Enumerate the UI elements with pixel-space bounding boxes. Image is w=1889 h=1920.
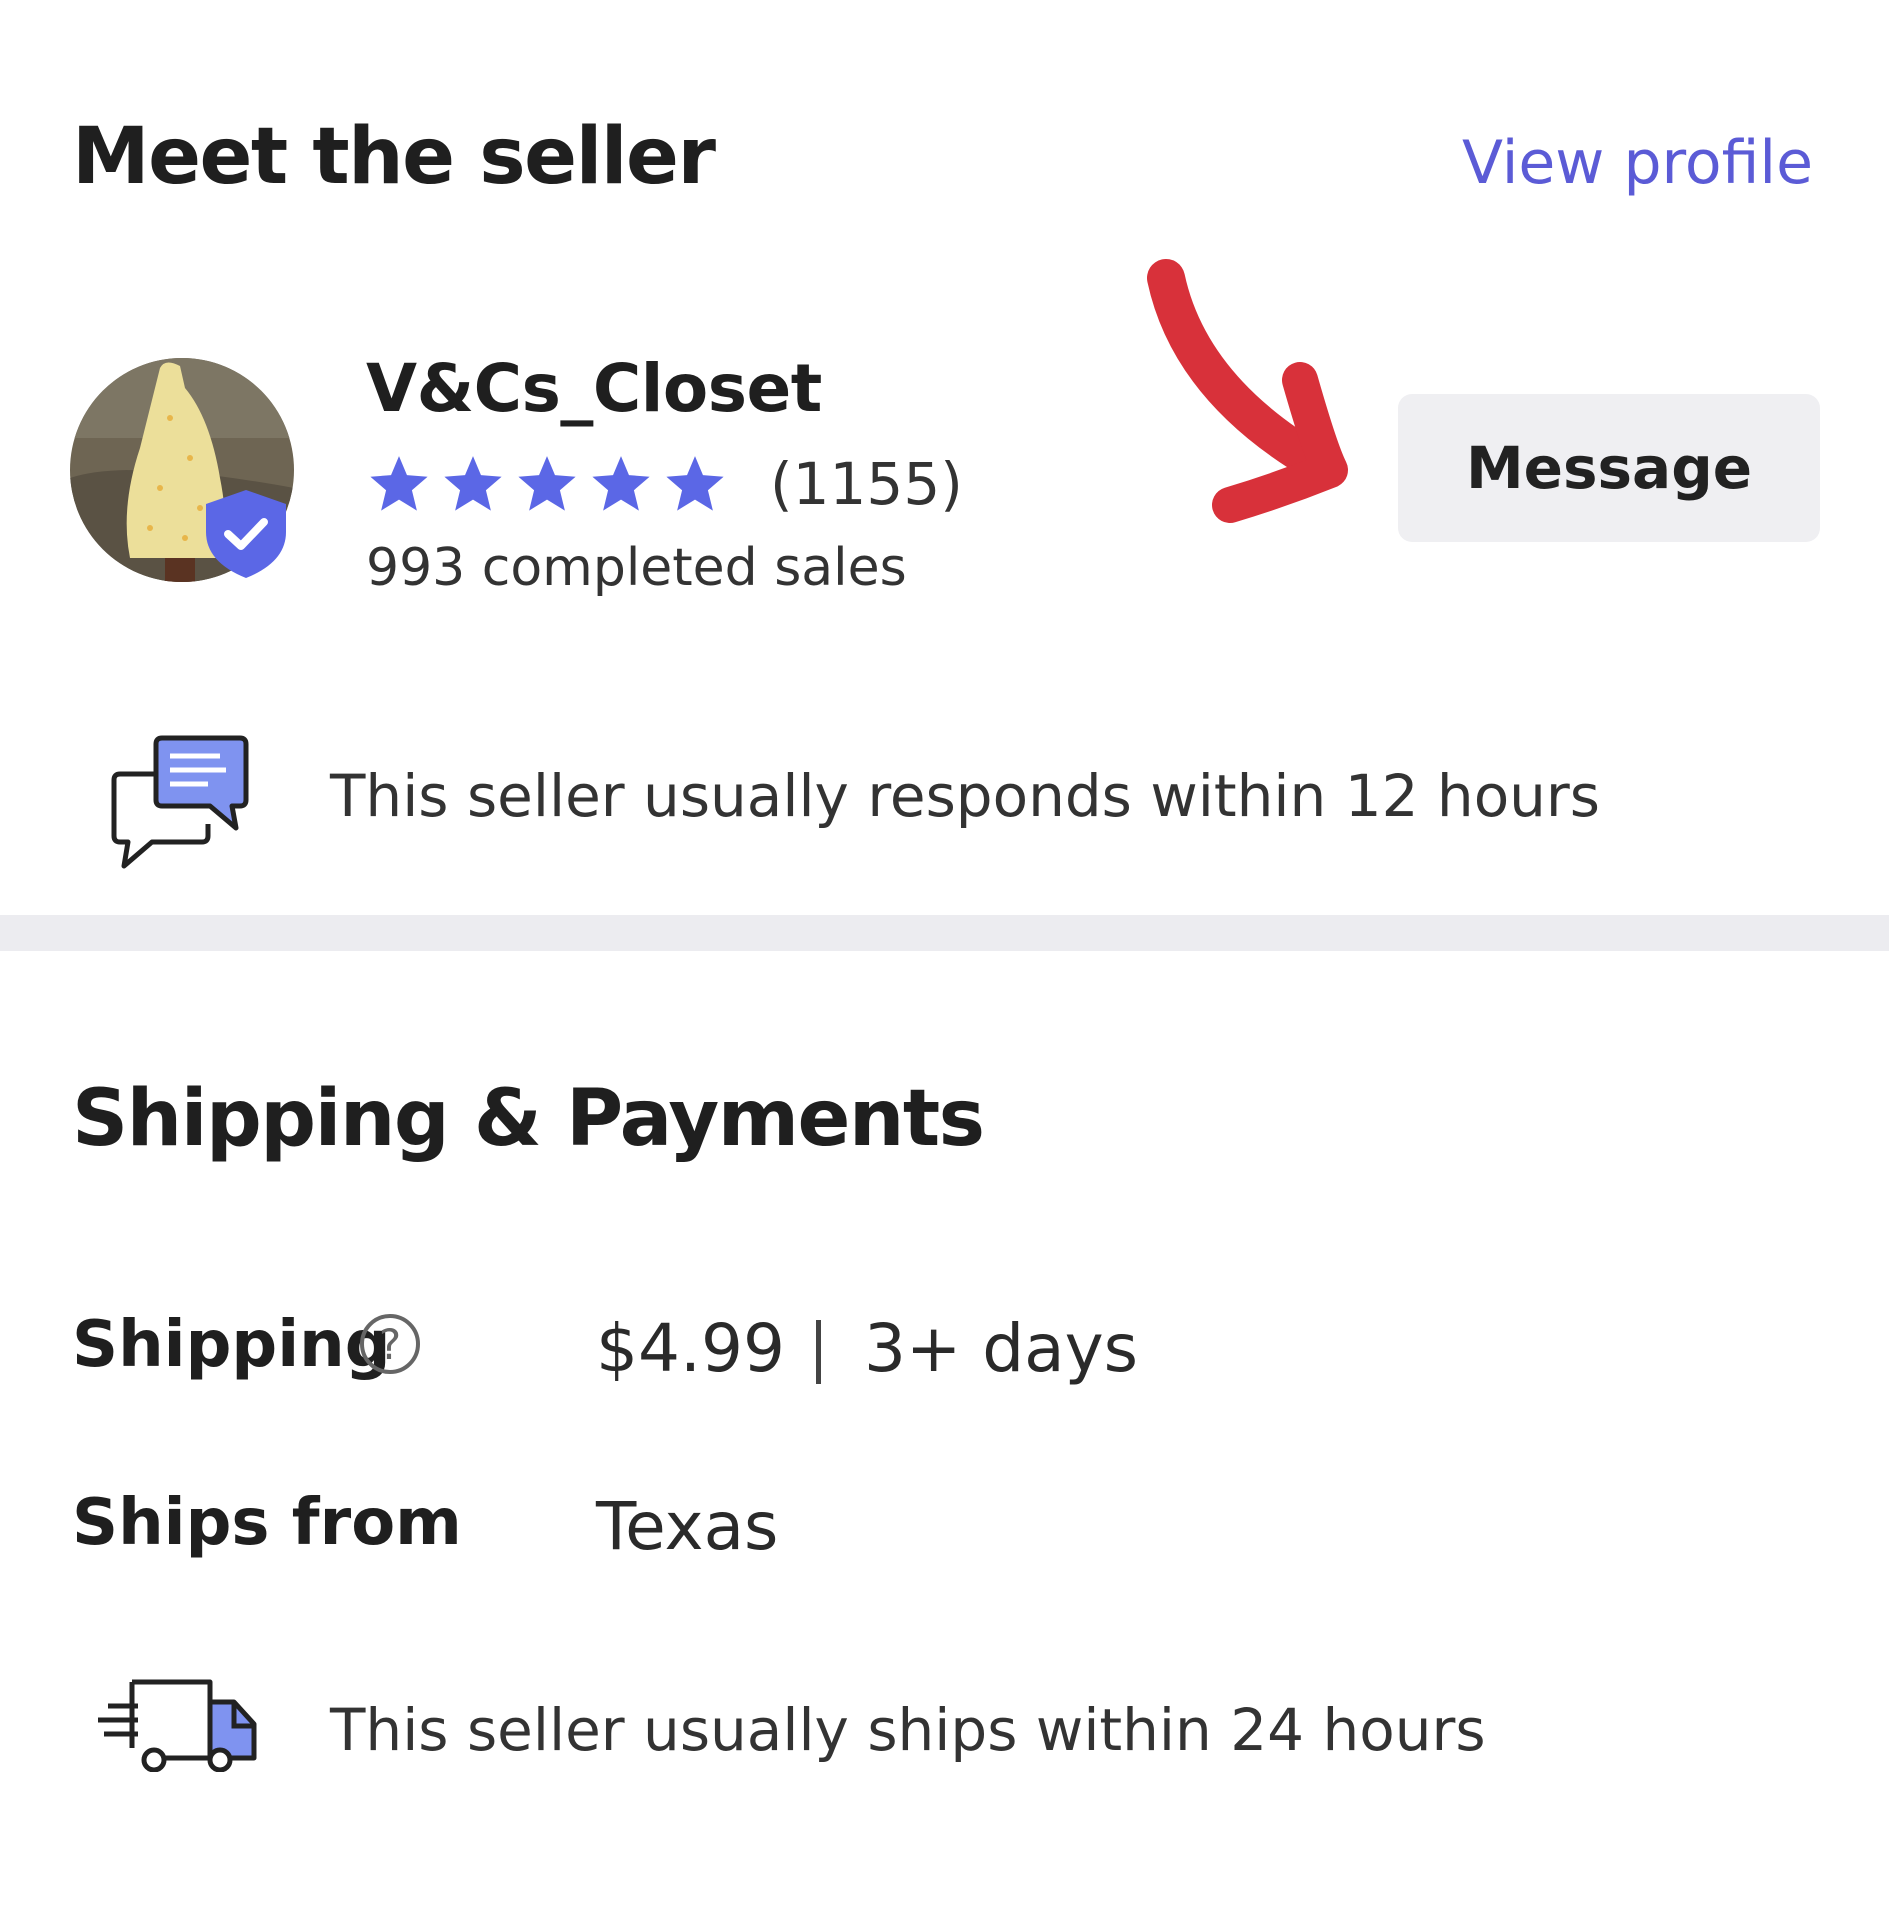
annotation-arrow: [1147, 259, 1348, 523]
chat-bubbles-icon: [111, 735, 249, 869]
message-button[interactable]: Message: [1398, 394, 1820, 542]
star-icon: [370, 456, 428, 511]
star-icon: [592, 456, 650, 511]
star-icon: [666, 456, 724, 511]
star-icon: [518, 456, 576, 511]
shipping-duration: 3+ days: [864, 1310, 1139, 1387]
ships-from-label: Ships from: [72, 1486, 462, 1560]
response-time-note: This seller usually responds within 12 h…: [330, 762, 1600, 830]
star-rating: [366, 452, 728, 518]
star-icon: [444, 456, 502, 511]
section-divider: [0, 915, 1889, 951]
help-icon[interactable]: ?: [360, 1314, 420, 1374]
ship-time-note: This seller usually ships within 24 hour…: [330, 1696, 1486, 1764]
shipping-label: Shipping: [72, 1308, 391, 1382]
truck-icon: [98, 1679, 257, 1772]
review-count[interactable]: (1155): [770, 450, 963, 518]
shipping-section-title: Shipping & Payments: [72, 1074, 985, 1164]
value-separator: [816, 1320, 821, 1384]
completed-sales: 993 completed sales: [366, 538, 907, 598]
verified-shield-icon: [206, 490, 286, 578]
view-profile-link[interactable]: View profile: [1462, 128, 1813, 198]
shipping-price: $4.99: [596, 1310, 785, 1387]
seller-name[interactable]: V&Cs_Closet: [366, 350, 822, 427]
ships-from-value: Texas: [596, 1488, 779, 1565]
seller-section-title: Meet the seller: [72, 112, 716, 202]
